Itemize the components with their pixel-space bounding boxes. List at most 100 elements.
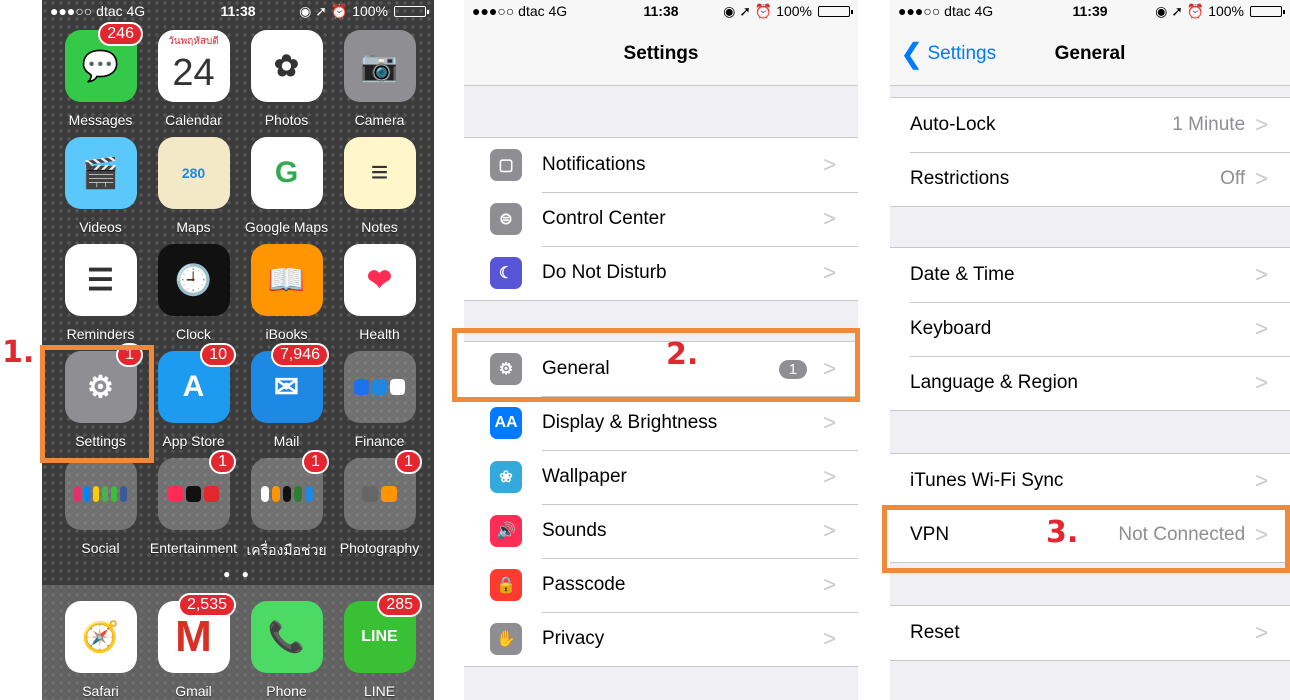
status-right: ◉ ➚ ⏰ 100% [1155, 3, 1285, 20]
sounds-label: Sounds [542, 520, 607, 541]
settings-row-wallpaper[interactable]: ❀ Wallpaper > [464, 450, 858, 504]
app-entertainment[interactable]: 1 Entertainment [147, 450, 240, 565]
app-gmail[interactable]: M 2,535 Gmail [147, 593, 240, 700]
gmail-badge: 2,535 [177, 593, 236, 617]
chevron-right-icon: > [1255, 620, 1268, 645]
general-group-2: Date & Time > Keyboard > Language & Region > [890, 247, 1290, 411]
settings-row-privacy[interactable]: ✋ Privacy > [464, 612, 858, 666]
app-store-label: App Store [162, 433, 225, 449]
chevron-right-icon: > [1255, 262, 1268, 287]
date-time-label: Date & Time [910, 264, 1015, 285]
general-group-4: Reset > [890, 605, 1290, 661]
dock: 🧭 Safari M 2,535 Gmail 📞 Phone LINE 285 LINE [42, 585, 434, 700]
google-maps-label: Google Maps [244, 219, 329, 235]
app-safari[interactable]: 🧭 Safari [54, 601, 147, 700]
general-row-reset[interactable]: Reset > [890, 606, 1290, 660]
phone-icon: 📞 [250, 601, 323, 673]
settings-row-control-center[interactable]: ⊜ Control Center > [464, 192, 858, 246]
general-row-auto-lock[interactable]: Auto-Lock 1 Minute > [890, 98, 1290, 152]
app-messages[interactable]: 💬 246 Messages [54, 22, 147, 137]
app-calendar[interactable]: 24 วันพฤหัสบดี Calendar [147, 30, 240, 137]
general-badge: 1 [778, 359, 808, 379]
step-1-label: 1. [2, 335, 35, 370]
general-row-date-time[interactable]: Date & Time > [890, 248, 1290, 302]
photos-icon: ✿ [250, 30, 323, 102]
tools-folder-label: เครื่องมือช่วย [246, 542, 327, 558]
chevron-right-icon: > [1255, 370, 1268, 395]
app-mail[interactable]: ✉ 7,946 Mail [240, 343, 333, 458]
mail-glyph: ✉ [273, 370, 300, 404]
general-row-keyboard[interactable]: Keyboard > [890, 302, 1290, 356]
app-videos[interactable]: 🎬 Videos [54, 137, 147, 244]
app-photos[interactable]: ✿ Photos [240, 30, 333, 137]
app-reminders[interactable]: ☰ Reminders [54, 244, 147, 351]
language-region-label: Language & Region [910, 372, 1078, 393]
videos-glyph: 🎬 [81, 156, 120, 190]
app-phone[interactable]: 📞 Phone [240, 601, 333, 700]
page-title: General [1054, 42, 1126, 64]
auto-lock-label: Auto-Lock [910, 114, 996, 135]
battery-icon [818, 5, 853, 17]
app-camera[interactable]: 📷 Camera [333, 30, 426, 137]
app-ibooks[interactable]: 📖 iBooks [240, 244, 333, 351]
calendar-icon: 24 วันพฤหัสบดี [157, 30, 230, 102]
app-settings[interactable]: ⚙ 1 Settings [54, 343, 147, 458]
app-line[interactable]: LINE 285 LINE [333, 593, 426, 700]
status-right: ◉ ➚ ⏰ 100% [723, 2, 853, 20]
camera-icon: 📷 [343, 30, 416, 102]
do-not-disturb-icon: ☾ [490, 257, 522, 289]
notes-icon: ≡ [343, 137, 416, 209]
general-row-vpn[interactable]: VPN Not Connected > [890, 508, 1290, 562]
photos-label: Photos [264, 112, 309, 128]
settings-row-do-not-disturb[interactable]: ☾ Do Not Disturb > [464, 246, 858, 300]
health-glyph: ❤ [366, 263, 393, 297]
privacy-icon: ✋ [490, 623, 522, 655]
gmail-label: Gmail [175, 683, 212, 699]
status-bar: ●●●○○ dtac 4G 11:38 ◉ ➚ ⏰ 100% [42, 0, 434, 22]
app-photography[interactable]: 1 Photography [333, 450, 426, 565]
app-social[interactable]: Social [54, 458, 147, 565]
mail-label: Mail [273, 433, 300, 449]
clock-time: 11:38 [220, 3, 256, 19]
reminders-glyph: ☰ [87, 263, 114, 297]
messages-badge: 246 [98, 22, 143, 46]
phone-label: Phone [266, 683, 307, 699]
status-icons: ◉ ➚ ⏰ 100% [723, 2, 812, 19]
chevron-right-icon: > [823, 410, 836, 435]
app-tools-folder[interactable]: 1 เครื่องมือช่วย [240, 450, 333, 565]
general-row-language-region[interactable]: Language & Region > [890, 356, 1290, 410]
app-store-glyph: A [182, 370, 205, 403]
maps-label: Maps [176, 219, 211, 235]
clock-time: 11:39 [1072, 3, 1108, 19]
status-bar: ●●●○○ dtac 4G 11:38 ◉ ➚ ⏰ 100% [464, 0, 858, 22]
app-google-maps[interactable]: G Google Maps [240, 137, 333, 244]
app-notes[interactable]: ≡ Notes [333, 137, 426, 244]
settings-row-general[interactable]: ⚙ General 1 > [464, 342, 858, 396]
app-finance[interactable]: Finance [333, 351, 426, 458]
messages-label: Messages [68, 112, 133, 128]
settings-row-notifications[interactable]: ▢ Notifications > [464, 138, 858, 192]
app-clock[interactable]: 🕘 Clock [147, 244, 240, 351]
app-health[interactable]: ❤ Health [333, 244, 426, 351]
general-row-itunes-wifi-sync[interactable]: iTunes Wi-Fi Sync > [890, 454, 1290, 508]
reminders-label: Reminders [66, 326, 135, 342]
settings-row-display-brightness[interactable]: AA Display & Brightness > [464, 396, 858, 450]
settings-row-passcode[interactable]: 🔒 Passcode > [464, 558, 858, 612]
back-label: Settings [927, 42, 997, 64]
settings-row-sounds[interactable]: 🔊 Sounds > [464, 504, 858, 558]
carrier-label: ●●●○○ dtac 4G [472, 3, 568, 19]
settings-glyph: ⚙ [87, 370, 114, 404]
app-app-store[interactable]: A 10 App Store [147, 343, 240, 458]
back-button[interactable]: ❮ Settings [900, 22, 996, 85]
general-label: General [542, 358, 610, 379]
chevron-left-icon: ❮ [900, 38, 924, 69]
chevron-right-icon: > [823, 206, 836, 231]
health-label: Health [359, 326, 400, 342]
page-indicator[interactable]: ● ● [42, 567, 434, 581]
vpn-label: VPN [910, 524, 950, 545]
nav-bar: Settings [464, 22, 858, 86]
app-maps[interactable]: 280 Maps [147, 137, 240, 244]
vpn-value: Not Connected [1118, 524, 1246, 545]
general-row-restrictions[interactable]: Restrictions Off > [890, 152, 1290, 206]
social-icon [64, 458, 137, 530]
